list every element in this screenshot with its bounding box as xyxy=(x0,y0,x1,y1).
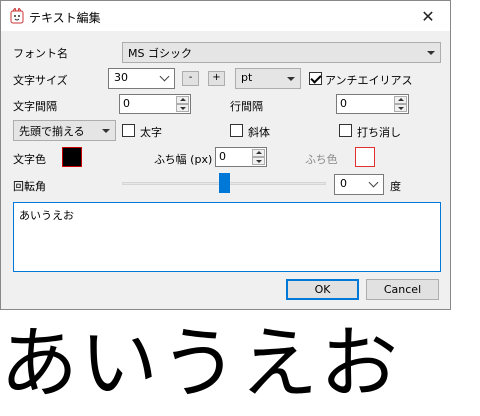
outline-width-value: 0 xyxy=(219,150,226,163)
caret-down-icon xyxy=(287,77,295,81)
spin-up-icon[interactable] xyxy=(176,96,189,104)
spin-up-icon[interactable] xyxy=(252,149,265,157)
caret-down-icon xyxy=(102,129,110,133)
caret-down-icon xyxy=(427,51,435,55)
bold-label: 太字 xyxy=(140,126,162,139)
outline-width-label: ふち幅 (px) xyxy=(154,153,213,166)
size-label: 文字サイズ xyxy=(13,74,68,87)
close-icon[interactable]: ✕ xyxy=(406,1,450,31)
rotation-value: 0 xyxy=(340,177,347,190)
size-increase-button[interactable]: + xyxy=(208,71,225,86)
unit-value: pt xyxy=(241,71,253,84)
chevron-down-icon xyxy=(368,177,379,188)
size-combo[interactable]: 30 xyxy=(108,68,175,89)
spin-up-icon[interactable] xyxy=(394,96,407,104)
line-spacing-input[interactable]: 0 xyxy=(336,94,409,114)
italic-checkbox[interactable] xyxy=(230,124,243,137)
chevron-down-icon xyxy=(159,71,170,82)
size-value: 30 xyxy=(114,71,128,84)
rotation-unit: 度 xyxy=(390,180,401,193)
outline-width-input[interactable]: 0 xyxy=(215,147,267,167)
text-color-label: 文字色 xyxy=(13,153,46,166)
font-label: フォント名 xyxy=(13,47,68,60)
align-value: 先頭で揃える xyxy=(19,125,85,138)
window-title: テキスト編集 xyxy=(29,11,101,25)
line-spacing-label: 行間隔 xyxy=(230,100,263,113)
size-decrease-button[interactable]: - xyxy=(182,71,199,86)
app-icon xyxy=(10,8,24,24)
font-select[interactable]: MS ゴシック xyxy=(122,42,441,63)
strike-label: 打ち消し xyxy=(357,126,401,139)
char-spacing-input[interactable]: 0 xyxy=(119,94,191,114)
ok-button[interactable]: OK xyxy=(286,279,359,300)
font-value: MS ゴシック xyxy=(128,47,192,60)
cancel-button[interactable]: Cancel xyxy=(366,279,439,300)
rotation-label: 回転角 xyxy=(13,180,46,193)
strike-checkbox[interactable] xyxy=(339,124,352,137)
spin-down-icon[interactable] xyxy=(394,104,407,112)
italic-label: 斜体 xyxy=(248,126,270,139)
rotation-combo[interactable]: 0 xyxy=(334,174,384,195)
spin-down-icon[interactable] xyxy=(176,104,189,112)
text-color-swatch[interactable] xyxy=(62,147,82,167)
title-bar: テキスト編集 ✕ xyxy=(1,1,450,31)
char-spacing-label: 文字間隔 xyxy=(13,100,57,113)
line-spacing-value: 0 xyxy=(340,97,347,110)
rotation-slider-thumb[interactable] xyxy=(219,173,230,193)
align-select[interactable]: 先頭で揃える xyxy=(13,120,116,141)
outline-color-swatch[interactable] xyxy=(355,147,375,167)
text-input-area[interactable]: あいうえお xyxy=(13,202,441,272)
text-edit-dialog: テキスト編集 ✕ フォント名 MS ゴシック 文字サイズ 30 - + pt ア… xyxy=(0,0,451,310)
outline-color-label: ふち色 xyxy=(305,153,338,166)
antialias-label: アンチエイリアス xyxy=(325,74,413,87)
antialias-checkbox[interactable] xyxy=(309,72,322,85)
spin-down-icon[interactable] xyxy=(252,157,265,165)
bold-checkbox[interactable] xyxy=(122,124,135,137)
char-spacing-value: 0 xyxy=(123,97,130,110)
text-preview: あいうえお xyxy=(0,319,401,409)
unit-select[interactable]: pt xyxy=(235,68,301,89)
